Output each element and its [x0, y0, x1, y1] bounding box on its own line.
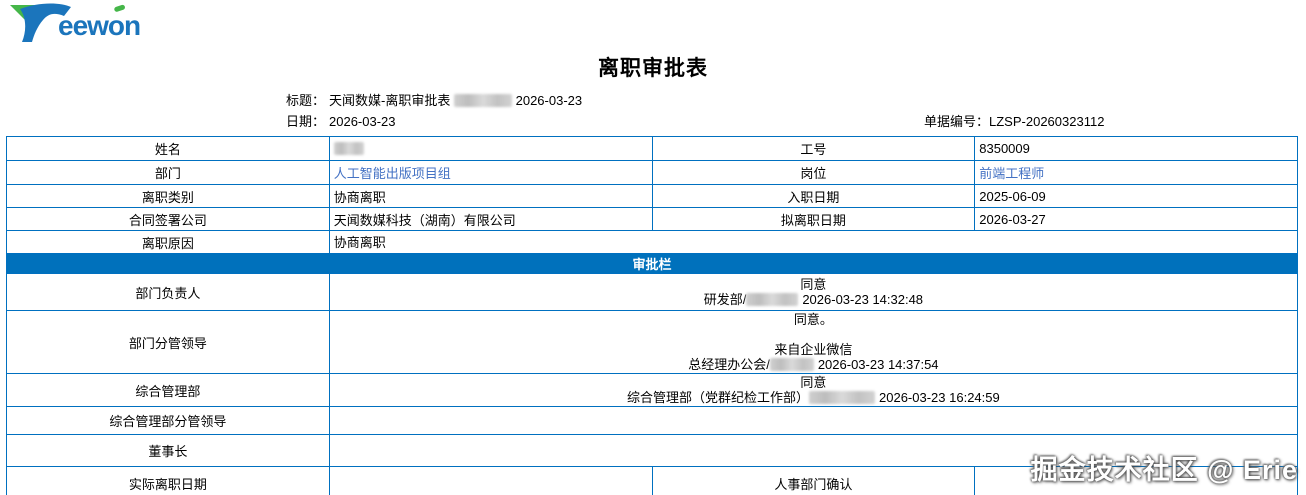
approver-label-chairman: 董事长 — [6, 434, 330, 467]
header: eewon — [0, 0, 1306, 46]
field-label-plan-date: 拟离职日期 — [651, 207, 976, 231]
meta-date-label: 日期： — [286, 114, 326, 129]
meta-title-label: 标题： — [286, 93, 326, 108]
field-value-dept[interactable]: 人工智能出版项目组 — [328, 160, 653, 185]
doc-number-label: 单据编号： — [924, 114, 990, 129]
approval-signature: 总经理办公会/2026-03-23 14:37:54 — [334, 357, 1293, 372]
table-row: 离职类别 协商离职 入职日期 2025-06-09 — [6, 184, 1298, 208]
table-row: 合同签署公司 天闻数媒科技（湖南）有限公司 拟离职日期 2026-03-27 — [6, 207, 1298, 231]
logo-wordmark: eewon — [58, 10, 140, 41]
field-value-reason: 协商离职 — [328, 230, 1299, 254]
field-value-hire-date: 2025-06-09 — [974, 184, 1298, 208]
field-label-type: 离职类别 — [6, 184, 330, 208]
approval-signature: 综合管理部（党群纪检工作部） 2026-03-23 16:24:59 — [334, 390, 1293, 405]
field-label-hire-date: 入职日期 — [651, 184, 976, 208]
field-label-hr-confirm: 人事部门确认 — [651, 466, 976, 495]
approval-timestamp: 2026-03-23 14:32:48 — [802, 292, 924, 307]
approval-opinion: 同意 — [800, 277, 827, 292]
field-value-company: 天闻数媒科技（湖南）有限公司 — [328, 207, 653, 231]
field-value-actual-date — [328, 466, 653, 495]
field-label-company: 合同签署公司 — [6, 207, 330, 231]
approval-row-dept-head: 部门负责人 同意 研发部/2026-03-23 14:32:48 — [6, 273, 1299, 311]
field-label-actual-date: 实际离职日期 — [6, 466, 330, 495]
field-label-dept: 部门 — [6, 160, 330, 185]
field-label-emp-no: 工号 — [651, 136, 976, 161]
approval-cell-dept-head: 同意 研发部/2026-03-23 14:32:48 — [328, 273, 1299, 311]
doc-number-value: LZSP-20260323112 — [989, 114, 1105, 129]
approval-row-admin-dept: 综合管理部 同意 综合管理部（党群纪检工作部） 2026-03-23 16:24:… — [6, 373, 1299, 407]
approval-row-dept-leader: 部门分管领导 同意。 来自企业微信 总经理办公会/2026-03-23 14:3… — [6, 310, 1299, 374]
meta-date-line: 日期： 2026-03-23 — [286, 111, 1306, 132]
approver-org: 总经理办公会/ — [688, 357, 770, 372]
approver-label-dept-leader: 部门分管领导 — [6, 310, 330, 374]
approver-label-dept-head: 部门负责人 — [6, 273, 330, 311]
table-row: 姓名 工号 8350009 — [6, 136, 1298, 161]
redacted-approver-name — [746, 293, 799, 306]
approval-timestamp: 2026-03-23 16:24:59 — [879, 390, 1000, 405]
section-header-approval: 审批栏 — [6, 253, 1298, 274]
section-header-row: 审批栏 — [6, 253, 1298, 274]
approval-source-note: 来自企业微信 — [774, 342, 853, 357]
resignation-approval-page: eewon 离职审批表 标题： 天闻数媒-离职审批表 2026-03-23 日期：… — [0, 0, 1306, 495]
watermark-text: 掘金技术社区 @ Erie — [1030, 455, 1298, 485]
page-title: 离职审批表 — [598, 57, 708, 80]
field-value-name — [328, 136, 653, 161]
approver-org: 综合管理部（党群纪检工作部） — [627, 390, 810, 405]
approver-org: 研发部/ — [703, 292, 747, 307]
approver-label-admin-dept: 综合管理部 — [6, 373, 330, 407]
field-label-name: 姓名 — [6, 136, 330, 161]
approval-form-table: 姓名 工号 8350009 部门 人工智能出版项目组 岗位 前端工程师 离职类别… — [6, 136, 1299, 495]
teewon-logo: eewon — [10, 3, 141, 42]
redacted-approver-name — [769, 358, 814, 371]
meta-date-value: 2026-03-23 — [329, 114, 396, 129]
doc-number: 单据编号：LZSP-20260323112 — [924, 111, 1104, 132]
meta-title-value: 天闻数媒-离职审批表 — [329, 93, 451, 108]
approver-label-admin-leader: 综合管理部分管领导 — [6, 406, 330, 435]
approval-opinion: 同意。 — [793, 312, 833, 327]
field-value-type: 协商离职 — [328, 184, 653, 208]
approval-signature: 研发部/2026-03-23 14:32:48 — [334, 292, 1293, 307]
redacted-approver-name — [809, 391, 876, 404]
form-meta: 标题： 天闻数媒-离职审批表 2026-03-23 日期： 2026-03-23 单… — [0, 90, 1306, 132]
approval-opinion: 同意 — [800, 375, 827, 390]
approval-cell-dept-leader: 同意。 来自企业微信 总经理办公会/2026-03-23 14:37:54 — [328, 310, 1299, 374]
field-value-plan-date: 2026-03-27 — [974, 207, 1298, 231]
field-value-post[interactable]: 前端工程师 — [974, 160, 1298, 185]
approval-cell-admin-dept: 同意 综合管理部（党群纪检工作部） 2026-03-23 16:24:59 — [328, 373, 1299, 407]
redacted-name-value — [333, 142, 364, 155]
redacted-employee-name — [453, 94, 512, 107]
table-row: 部门 人工智能出版项目组 岗位 前端工程师 — [6, 160, 1298, 185]
meta-title-date: 2026-03-23 — [515, 93, 583, 108]
approval-cell-admin-leader — [328, 406, 1299, 435]
approval-timestamp: 2026-03-23 14:37:54 — [817, 357, 939, 372]
meta-title-line: 标题： 天闻数媒-离职审批表 2026-03-23 — [286, 90, 1306, 111]
field-label-reason: 离职原因 — [6, 230, 330, 254]
field-label-post: 岗位 — [651, 160, 976, 185]
approval-row-admin-leader: 综合管理部分管领导 — [6, 406, 1299, 435]
field-value-emp-no: 8350009 — [974, 136, 1298, 161]
table-row: 离职原因 协商离职 — [6, 230, 1299, 254]
